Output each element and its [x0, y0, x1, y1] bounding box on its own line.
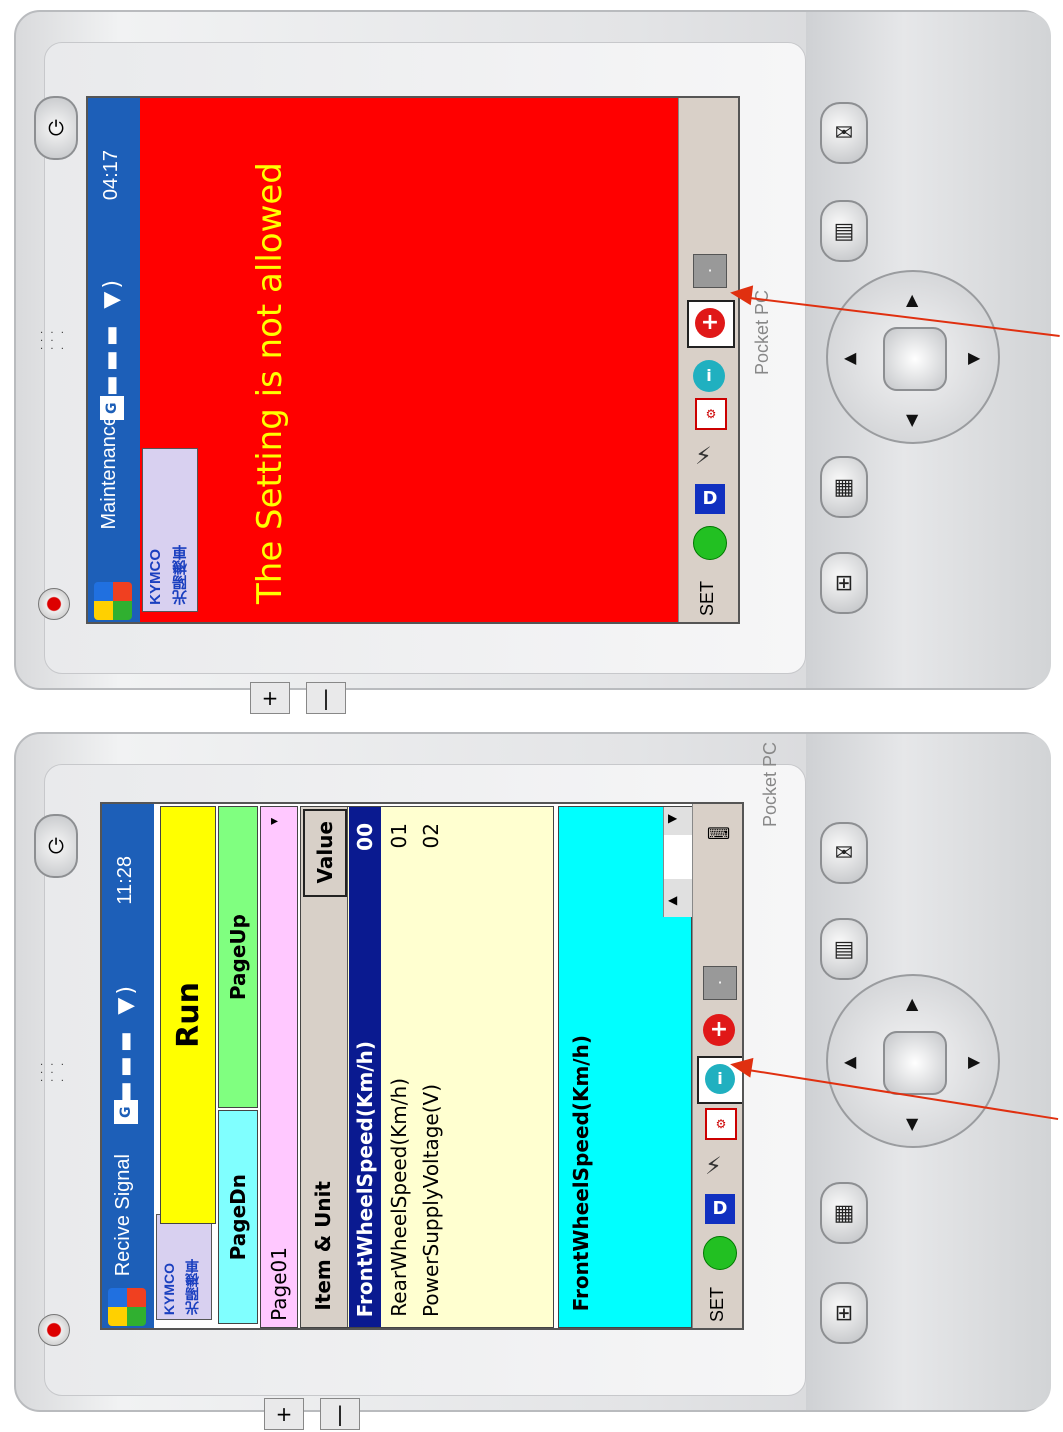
- clock[interactable]: 04:17: [100, 150, 123, 200]
- scrollbar[interactable]: ▶ ◀: [663, 807, 692, 917]
- run-button-label: Run: [170, 982, 206, 1048]
- table-row[interactable]: RearWheelSpeed(Km/h) 01: [383, 807, 415, 1327]
- mail-button-icon[interactable]: ✉: [820, 102, 868, 164]
- signal-strength-icon[interactable]: ▮▮▮: [100, 324, 125, 399]
- pocket-pc-device-top: ⏻ · · · · · · · · + | Maintenance G ▮▮▮ …: [0, 0, 1063, 714]
- diag-icon[interactable]: D: [695, 484, 725, 514]
- mail-button-icon[interactable]: ✉: [820, 822, 868, 884]
- plug-icon[interactable]: ⚡: [705, 1152, 722, 1180]
- dpad-left-arrow-icon[interactable]: ▲: [906, 994, 918, 1013]
- plug-icon[interactable]: ⚡: [695, 442, 712, 470]
- contacts-button-icon[interactable]: ▤: [820, 200, 868, 262]
- error-message: The Setting is not allowed: [250, 162, 290, 604]
- scroll-down-arrow-icon[interactable]: ◀: [668, 893, 677, 907]
- dpad-down-arrow-icon[interactable]: ▶: [968, 348, 980, 367]
- logo-text-en: KYMCO: [161, 1262, 177, 1315]
- dpad-up-arrow-icon[interactable]: ◀: [844, 348, 856, 367]
- signal-strength-icon[interactable]: ▮▮▮: [114, 1030, 139, 1105]
- start-menu-icon[interactable]: [94, 582, 132, 620]
- directional-pad[interactable]: ▲ ▼ ◀ ▶: [826, 974, 1000, 1148]
- pocket-pc-branding: Pocket PC: [752, 290, 772, 376]
- page-select-value: Page01: [267, 1247, 291, 1321]
- calendar-button-icon[interactable]: ▦: [820, 1182, 868, 1244]
- info-icon[interactable]: i: [693, 360, 725, 392]
- medical-cross-icon-selected[interactable]: +: [687, 300, 735, 348]
- gprs-icon: G: [100, 396, 124, 420]
- table-row[interactable]: FrontWheelSpeed(Km/h) 00: [349, 807, 381, 1327]
- engine-icon[interactable]: ⚙: [705, 1108, 737, 1140]
- volume-up-button[interactable]: +: [250, 682, 290, 714]
- power-button[interactable]: ⏻: [34, 814, 78, 878]
- dropdown-arrow-icon[interactable]: ▸: [271, 813, 278, 829]
- diag-icon[interactable]: D: [705, 1194, 735, 1224]
- set-label[interactable]: SET: [707, 1287, 728, 1322]
- page-up-button[interactable]: PageUp: [218, 806, 258, 1108]
- windows-button-icon[interactable]: ⊞: [820, 552, 868, 614]
- app-title: Maintenance: [98, 415, 120, 530]
- speaker-volume-icon[interactable]: ◀): [100, 280, 125, 314]
- calendar-button-icon[interactable]: ▦: [820, 456, 868, 518]
- dpad-down-arrow-icon[interactable]: ▶: [968, 1052, 980, 1071]
- gray-square-icon[interactable]: ·: [703, 966, 737, 1000]
- app-title: Recive Signal: [112, 1153, 134, 1276]
- engine-icon[interactable]: ⚙: [695, 398, 727, 430]
- status-green-icon[interactable]: [693, 526, 727, 560]
- dpad-right-arrow-icon[interactable]: ▼: [906, 410, 918, 429]
- data-table: Item & Unit Value FrontWheelSpeed(Km/h) …: [300, 806, 554, 1328]
- logo-text-en: KYMCO: [147, 549, 164, 605]
- directional-pad[interactable]: ▲ ▼ ◀ ▶: [826, 270, 1000, 444]
- speaker-volume-icon[interactable]: ◀): [114, 986, 139, 1020]
- volume-down-button[interactable]: |: [306, 682, 346, 714]
- volume-down-button[interactable]: |: [320, 1398, 360, 1430]
- record-button[interactable]: [38, 1314, 70, 1346]
- annotation-arrowhead: [728, 1054, 754, 1078]
- table-header-row: Item & Unit Value: [301, 807, 348, 1327]
- table-header-value[interactable]: Value: [303, 809, 347, 897]
- power-button[interactable]: ⏻: [34, 96, 78, 160]
- logo-text-zh: 光陽機車: [185, 1259, 201, 1315]
- logo-text-zh: 光陽機車: [171, 545, 189, 605]
- detail-panel: FrontWheelSpeed(Km/h) ▶ ◀: [558, 806, 692, 1328]
- device-screen: Maintenance G ▮▮▮ ◀) 04:17 KYMCO 光陽機車 Th…: [86, 96, 740, 624]
- dpad-center-button[interactable]: [883, 1031, 947, 1095]
- set-label[interactable]: SET: [697, 581, 718, 616]
- kymco-logo: KYMCO 光陽機車: [156, 1214, 212, 1320]
- volume-up-button[interactable]: +: [264, 1398, 304, 1430]
- dpad-up-arrow-icon[interactable]: ◀: [844, 1052, 856, 1071]
- device-screen: Recive Signal G ▮▮▮ ◀) 11:28 KYMCO 光陽機車 …: [100, 802, 744, 1330]
- dpad-left-arrow-icon[interactable]: ▲: [906, 290, 918, 309]
- dpad-right-arrow-icon[interactable]: ▼: [906, 1114, 918, 1133]
- title-bar: Recive Signal G ▮▮▮ ◀) 11:28: [102, 804, 154, 1328]
- annotation-arrowhead: [728, 282, 754, 306]
- pocket-pc-branding: Pocket PC: [760, 742, 780, 828]
- gray-square-icon[interactable]: ·: [693, 254, 727, 288]
- page-down-button[interactable]: PageDn: [218, 1110, 258, 1324]
- contacts-button-icon[interactable]: ▤: [820, 918, 868, 980]
- title-bar: Maintenance G ▮▮▮ ◀) 04:17: [88, 98, 140, 622]
- table-header-item[interactable]: Item & Unit: [301, 895, 347, 1327]
- page-select-dropdown[interactable]: Page01 ▸: [260, 806, 298, 1328]
- clock[interactable]: 11:28: [114, 856, 137, 905]
- windows-button-icon[interactable]: ⊞: [820, 1282, 868, 1344]
- speaker-grille: · · · · · · · ·: [40, 328, 66, 355]
- dpad-center-button[interactable]: [883, 327, 947, 391]
- keyboard-icon[interactable]: ⌨: [707, 824, 730, 843]
- scroll-up-arrow-icon[interactable]: ▶: [668, 811, 677, 825]
- status-green-icon[interactable]: [703, 1236, 737, 1270]
- table-row[interactable]: PowerSupplyVoltage(V) 02: [415, 807, 447, 1327]
- kymco-logo: KYMCO 光陽機車: [142, 448, 198, 612]
- start-menu-icon[interactable]: [108, 1288, 146, 1326]
- detail-label: FrontWheelSpeed(Km/h): [569, 1034, 593, 1311]
- run-button[interactable]: Run: [160, 806, 216, 1224]
- record-button[interactable]: [38, 588, 70, 620]
- taskbar: SET D ⚡ ⚙ i + ·: [678, 98, 738, 622]
- pocket-pc-device-bottom: ⏻ · · · · · · · · + | Recive Signal G ▮▮…: [0, 722, 1063, 1430]
- medical-cross-icon[interactable]: +: [703, 1014, 735, 1046]
- page-down-label: PageDn: [226, 1173, 250, 1261]
- scroll-thumb[interactable]: [664, 835, 692, 879]
- speaker-grille: · · · · · · · ·: [40, 1060, 66, 1087]
- page-up-label: PageUp: [226, 913, 250, 1001]
